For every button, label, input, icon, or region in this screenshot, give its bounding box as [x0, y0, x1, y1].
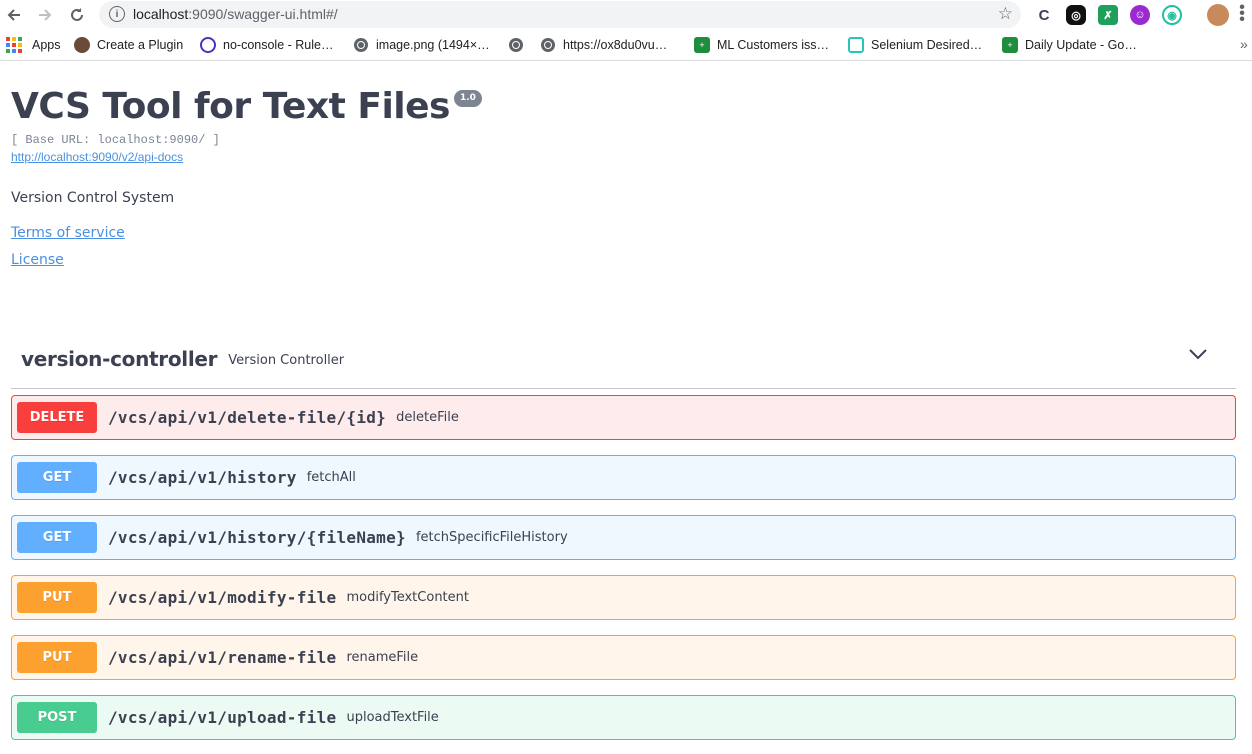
- bookmark-label: no-console - Rule…: [223, 38, 334, 52]
- base-url: [ Base URL: localhost:9090/ ]: [11, 133, 220, 147]
- operation-rename-file[interactable]: PUT /vcs/api/v1/rename-file renameFile: [11, 635, 1236, 680]
- sheets-favicon-icon: +: [694, 37, 710, 53]
- api-description: Version Control System: [11, 190, 175, 206]
- api-info: VCS Tool for Text Files 1.0 [ Base URL: …: [11, 84, 1211, 269]
- address-url[interactable]: localhost:9090/swagger-ui.html#/: [133, 6, 338, 22]
- version-badge: 1.0: [453, 90, 482, 107]
- license-link[interactable]: License: [11, 251, 1211, 269]
- api-docs-link[interactable]: http://localhost:9090/v2/api-docs: [11, 150, 1211, 164]
- bookmark-label: Apps: [32, 38, 61, 52]
- bookmark-ml-customers[interactable]: + ML Customers iss…: [694, 36, 829, 54]
- bookmark-ox8du0vu[interactable]: https://ox8du0vu…: [541, 36, 667, 54]
- operation-history-file[interactable]: GET /vcs/api/v1/history/{fileName} fetch…: [11, 515, 1236, 560]
- back-arrow-icon[interactable]: [3, 4, 25, 26]
- site-info-icon[interactable]: i: [109, 6, 125, 22]
- bookmark-star-icon[interactable]: ☆: [998, 4, 1013, 24]
- bookmark-no-console[interactable]: no-console - Rule…: [200, 36, 333, 54]
- bookmark-daily-update[interactable]: + Daily Update - Go…: [1002, 36, 1137, 54]
- extension-face-icon[interactable]: ☺: [1130, 5, 1150, 25]
- operation-path: /vcs/api/v1/rename-file: [108, 648, 337, 667]
- sheets-favicon-icon: +: [1002, 37, 1018, 53]
- bookmark-label: Daily Update - Go…: [1025, 38, 1137, 52]
- bookmark-create-plugin[interactable]: Create a Plugin: [74, 36, 183, 54]
- browser-toolbar: i localhost:9090/swagger-ui.html#/ ☆ C ◎…: [0, 0, 1252, 30]
- operation-modify-file[interactable]: PUT /vcs/api/v1/modify-file modifyTextCo…: [11, 575, 1236, 620]
- bookmark-image-png[interactable]: image.png (1494×…: [354, 36, 490, 54]
- bookmarks-overflow-icon[interactable]: »: [1240, 36, 1248, 52]
- operation-summary: renameFile: [346, 650, 419, 665]
- tag-name: version-controller: [21, 347, 218, 371]
- operation-summary: fetchAll: [306, 470, 356, 485]
- plugin-favicon-icon: [74, 37, 90, 53]
- operation-path: /vcs/api/v1/history/{fileName}: [108, 528, 406, 547]
- terms-of-service-link[interactable]: Terms of service: [11, 224, 1211, 242]
- extension-excel-icon[interactable]: ✗: [1098, 5, 1118, 25]
- tag-description: Version Controller: [228, 352, 345, 368]
- selenium-favicon-icon: [848, 37, 864, 53]
- operation-delete-file[interactable]: DELETE /vcs/api/v1/delete-file/{id} dele…: [11, 395, 1236, 440]
- globe-icon: [509, 38, 523, 52]
- bookmark-label: Create a Plugin: [97, 38, 184, 52]
- browser-menu-icon[interactable]: • • •: [1238, 0, 1246, 28]
- operation-path: /vcs/api/v1/delete-file/{id}: [108, 408, 387, 427]
- bookmark-label: Selenium Desired…: [871, 38, 983, 52]
- method-badge: PUT: [17, 642, 97, 673]
- bookmark-label: image.png (1494×…: [376, 38, 490, 52]
- bookmark-label: ML Customers iss…: [717, 38, 830, 52]
- chevron-down-icon[interactable]: [1188, 344, 1208, 364]
- bookmark-selenium[interactable]: Selenium Desired…: [848, 36, 982, 54]
- operation-summary: deleteFile: [396, 410, 459, 425]
- operation-path: /vcs/api/v1/modify-file: [108, 588, 337, 607]
- operation-history[interactable]: GET /vcs/api/v1/history fetchAll: [11, 455, 1236, 500]
- method-badge: POST: [17, 702, 97, 733]
- operation-summary: fetchSpecificFileHistory: [415, 530, 568, 545]
- operation-path: /vcs/api/v1/history: [108, 468, 297, 487]
- profile-avatar[interactable]: [1207, 4, 1229, 26]
- method-badge: PUT: [17, 582, 97, 613]
- bookmarks-bar: Apps Create a Plugin no-console - Rule… …: [0, 30, 1252, 61]
- globe-icon: [541, 38, 555, 52]
- title-row: VCS Tool for Text Files 1.0: [11, 84, 1211, 130]
- apps-grid-icon: [6, 37, 22, 53]
- bookmark-label: https://ox8du0vu…: [563, 38, 668, 52]
- page-title: VCS Tool for Text Files: [11, 86, 450, 127]
- extension-lens-icon[interactable]: ◎: [1066, 5, 1086, 25]
- url-host: localhost: [133, 6, 189, 22]
- operation-path: /vcs/api/v1/upload-file: [108, 708, 337, 727]
- eslint-favicon-icon: [200, 37, 216, 53]
- tag-section-header[interactable]: version-controller Version Controller: [11, 330, 1236, 389]
- method-badge: DELETE: [17, 402, 97, 433]
- bookmark-untitled[interactable]: [509, 36, 531, 54]
- extension-target-icon[interactable]: ◉: [1162, 5, 1182, 25]
- forward-arrow-icon[interactable]: [34, 4, 56, 26]
- operation-summary: modifyTextContent: [346, 590, 469, 605]
- method-badge: GET: [17, 522, 97, 553]
- operation-summary: uploadTextFile: [346, 710, 439, 725]
- extension-c-icon[interactable]: C: [1034, 5, 1054, 25]
- address-bar[interactable]: i localhost:9090/swagger-ui.html#/ ☆: [99, 1, 1021, 28]
- method-badge: GET: [17, 462, 97, 493]
- url-path: :9090/swagger-ui.html#/: [188, 6, 338, 22]
- bookmark-apps[interactable]: Apps: [6, 36, 61, 54]
- reload-icon[interactable]: [66, 4, 88, 26]
- operation-upload-file[interactable]: POST /vcs/api/v1/upload-file uploadTextF…: [11, 695, 1236, 740]
- globe-icon: [354, 38, 368, 52]
